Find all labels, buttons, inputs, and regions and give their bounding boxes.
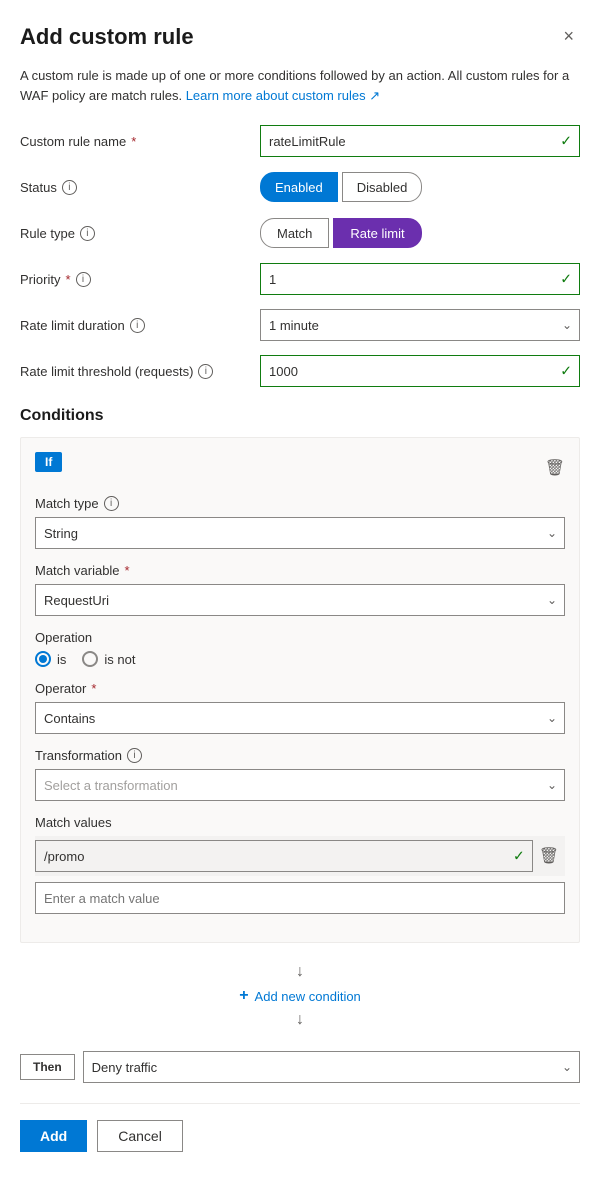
custom-rule-name-input[interactable]: [260, 125, 580, 157]
match-value-checkmark-icon: ✓: [513, 848, 525, 865]
transformation-group: Transformation i Select a transformation…: [35, 748, 565, 801]
operation-radio-group: is is not: [35, 651, 565, 667]
delete-match-value-icon[interactable]: 🗑: [539, 846, 559, 866]
operator-select[interactable]: Contains: [35, 702, 565, 734]
rate-limit-duration-select-wrapper: 1 minute 5 minutes ⌄: [260, 309, 580, 341]
priority-checkmark-icon: ✓: [560, 271, 572, 288]
rate-limit-duration-label: Rate limit duration i: [20, 318, 260, 333]
rate-limit-threshold-input[interactable]: [260, 355, 580, 387]
arrow-down-icon: ↓: [296, 963, 304, 981]
status-row: Status i Enabled Disabled: [20, 171, 580, 203]
status-label: Status i: [20, 180, 260, 195]
match-rule-type-btn[interactable]: Match: [260, 218, 329, 248]
transformation-select[interactable]: Select a transformation: [35, 769, 565, 801]
required-star: *: [131, 134, 136, 149]
rule-type-label: Rule type i: [20, 226, 260, 241]
cancel-button[interactable]: Cancel: [97, 1120, 183, 1152]
operation-is-not-radio[interactable]: [82, 651, 98, 667]
rule-type-row: Rule type i Match Rate limit: [20, 217, 580, 249]
status-toggle-group: Enabled Disabled: [260, 172, 422, 202]
footer-divider: [20, 1103, 580, 1104]
enter-match-value-input[interactable]: [35, 882, 565, 914]
add-condition-area: ↓ + Add new condition ↓: [20, 951, 580, 1039]
priority-info-icon: i: [76, 272, 91, 287]
panel-header: Add custom rule ×: [20, 24, 580, 50]
rate-limit-threshold-select-wrapper: ✓: [260, 355, 580, 387]
match-type-label: Match type i: [35, 496, 565, 511]
priority-required-star: *: [65, 272, 70, 287]
operation-group: Operation is is not: [35, 630, 565, 667]
if-badge: If: [35, 452, 62, 472]
match-type-select[interactable]: String: [35, 517, 565, 549]
then-badge: Then: [20, 1054, 75, 1080]
operator-select-wrapper: Contains ⌄: [35, 702, 565, 734]
conditions-box: If 🗑 Match type i String ⌄ Match variabl…: [20, 437, 580, 943]
operator-label: Operator *: [35, 681, 565, 696]
match-type-info-icon: i: [104, 496, 119, 511]
enabled-toggle[interactable]: Enabled: [260, 172, 338, 202]
rate-limit-duration-row: Rate limit duration i 1 minute 5 minutes…: [20, 309, 580, 341]
match-variable-select[interactable]: RequestUri: [35, 584, 565, 616]
transformation-label: Transformation i: [35, 748, 565, 763]
existing-match-value-input[interactable]: [35, 840, 533, 872]
match-variable-select-wrapper: RequestUri ⌄: [35, 584, 565, 616]
operation-is-option[interactable]: is: [35, 651, 66, 667]
rate-limit-threshold-row: Rate limit threshold (requests) i ✓: [20, 355, 580, 387]
operator-group: Operator * Contains ⌄: [35, 681, 565, 734]
custom-rule-name-label: Custom rule name *: [20, 134, 260, 149]
panel: Add custom rule × A custom rule is made …: [0, 0, 600, 1192]
add-new-condition-button[interactable]: + Add new condition: [239, 987, 361, 1005]
match-variable-group: Match variable * RequestUri ⌄: [35, 563, 565, 616]
rate-limit-duration-info-icon: i: [130, 318, 145, 333]
disabled-toggle[interactable]: Disabled: [342, 172, 423, 202]
match-type-group: Match type i String ⌄: [35, 496, 565, 549]
status-info-icon: i: [62, 180, 77, 195]
rate-limit-threshold-info-icon: i: [198, 364, 213, 379]
external-link-icon: ↗: [369, 88, 380, 103]
operation-label: Operation: [35, 630, 565, 645]
operation-is-not-option[interactable]: is not: [82, 651, 135, 667]
add-button[interactable]: Add: [20, 1120, 87, 1152]
radio-dot: [39, 655, 47, 663]
match-value-row: ✓ 🗑: [35, 836, 565, 876]
custom-rule-name-control: ✓: [260, 125, 580, 157]
then-row: Then Deny traffic Allow traffic Log only…: [20, 1051, 580, 1083]
threshold-checkmark-icon: ✓: [560, 363, 572, 380]
rate-limit-rule-type-btn[interactable]: Rate limit: [333, 218, 421, 248]
footer-actions: Add Cancel: [20, 1120, 580, 1172]
transformation-select-wrapper: Select a transformation ⌄: [35, 769, 565, 801]
plus-icon: +: [239, 987, 248, 1005]
priority-input[interactable]: [260, 263, 580, 295]
rate-limit-duration-control: 1 minute 5 minutes ⌄: [260, 309, 580, 341]
match-variable-label: Match variable *: [35, 563, 565, 578]
operation-is-radio[interactable]: [35, 651, 51, 667]
rate-limit-threshold-control: ✓: [260, 355, 580, 387]
match-values-group: Match values ✓ 🗑: [35, 815, 565, 914]
rate-limit-threshold-label: Rate limit threshold (requests) i: [20, 364, 260, 379]
delete-condition-icon[interactable]: 🗑: [545, 458, 565, 478]
then-action-select-wrapper: Deny traffic Allow traffic Log only Redi…: [83, 1051, 580, 1083]
second-arrow-down-icon: ↓: [296, 1011, 304, 1029]
custom-rule-name-row: Custom rule name * ✓: [20, 125, 580, 157]
panel-title: Add custom rule: [20, 24, 194, 50]
match-type-select-wrapper: String ⌄: [35, 517, 565, 549]
description-text: A custom rule is made up of one or more …: [20, 66, 580, 105]
priority-select-wrapper: ✓: [260, 263, 580, 295]
then-action-select[interactable]: Deny traffic Allow traffic Log only Redi…: [83, 1051, 580, 1083]
priority-control: ✓: [260, 263, 580, 295]
priority-row: Priority * i ✓: [20, 263, 580, 295]
close-button[interactable]: ×: [557, 24, 580, 49]
match-values-label: Match values: [35, 815, 565, 830]
rule-type-info-icon: i: [80, 226, 95, 241]
condition-header: If 🗑: [35, 452, 565, 484]
rate-limit-duration-select[interactable]: 1 minute 5 minutes: [260, 309, 580, 341]
transformation-info-icon: i: [127, 748, 142, 763]
priority-label: Priority * i: [20, 272, 260, 287]
conditions-section-title: Conditions: [20, 407, 580, 425]
existing-match-value-wrapper: ✓: [35, 840, 533, 872]
rule-type-group: Match Rate limit: [260, 218, 422, 248]
valid-checkmark-icon: ✓: [560, 133, 572, 150]
learn-more-link[interactable]: Learn more about custom rules ↗: [186, 88, 380, 103]
